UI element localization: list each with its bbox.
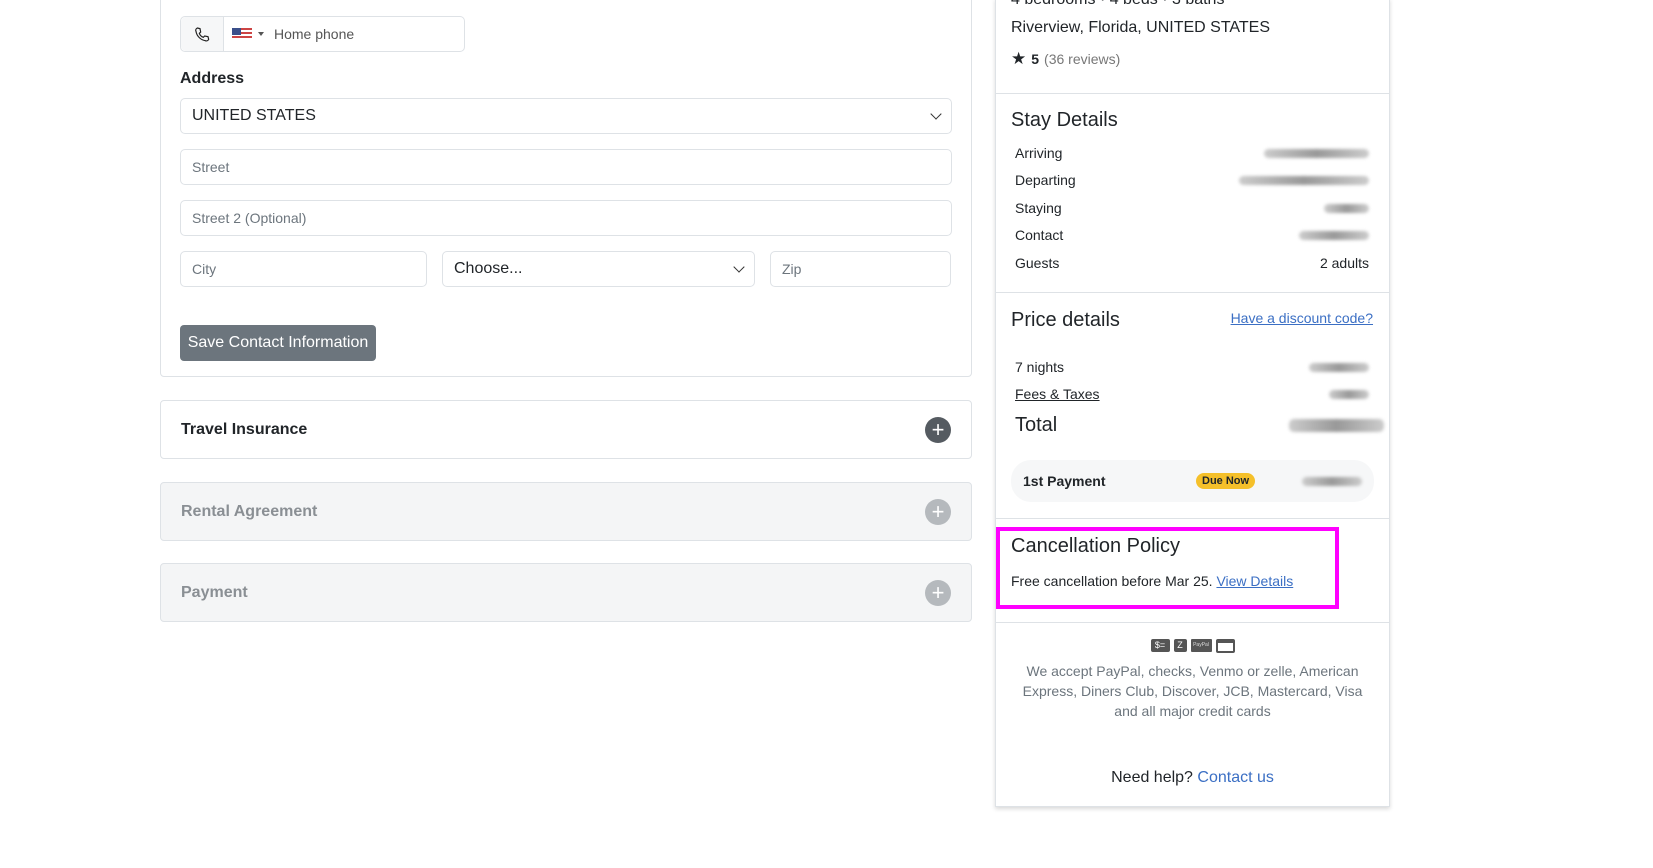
star-icon: ★ (1011, 49, 1027, 68)
plus-icon[interactable]: + (925, 498, 951, 525)
state-select[interactable]: Choose... (442, 251, 755, 287)
property-summary: 4 bedrooms · 4 beds · 3 baths (1011, 0, 1224, 9)
contact-form-card (160, 0, 972, 377)
redacted-value (1309, 362, 1369, 372)
row-label: Total (1015, 414, 1058, 436)
street2-placeholder: Street 2 (Optional) (192, 210, 307, 226)
section-label: Payment (181, 583, 248, 601)
chevron-down-icon (733, 261, 745, 273)
country-code-caret-icon[interactable] (258, 32, 264, 36)
price-row-nights: 7 nights (1015, 359, 1369, 375)
redacted-value (1324, 203, 1369, 213)
country-value: UNITED STATES (192, 107, 316, 124)
due-now-badge: Due Now (1196, 473, 1256, 489)
accepted-payments-text: We accept PayPal, checks, Venmo or zelle… (1022, 663, 1363, 719)
row-label: Arriving (1015, 145, 1063, 161)
row-label: Departing (1015, 172, 1076, 188)
redacted-value (1329, 389, 1369, 399)
section-label: Travel Insurance (181, 420, 308, 438)
city-placeholder: City (192, 261, 217, 277)
row-label: Contact (1015, 227, 1064, 243)
rating: ★ 5 (36 reviews) (1011, 49, 1120, 69)
stay-row-arriving: Arriving (1015, 145, 1369, 161)
view-details-link[interactable]: View Details (1216, 573, 1293, 589)
help-row: Need help? Contact us (996, 769, 1389, 787)
redacted-value (1239, 175, 1369, 185)
stay-row-guests: Guests 2 adults (1015, 255, 1369, 271)
first-payment-label: 1st Payment (1023, 473, 1106, 489)
zelle-icon: Z (1173, 639, 1187, 652)
home-phone-field[interactable]: Home phone (180, 16, 465, 52)
redacted-value (1289, 419, 1384, 432)
us-flag-icon[interactable] (232, 28, 252, 40)
section-rental-agreement[interactable]: Rental Agreement + (160, 482, 972, 541)
section-label: Rental Agreement (181, 502, 318, 520)
redacted-value (1264, 148, 1369, 158)
phone-icon (181, 17, 224, 51)
cancellation-title: Cancellation Policy (1011, 535, 1180, 557)
address-label: Address (180, 70, 245, 87)
cancellation-text: Free cancellation before Mar 25. View De… (1011, 573, 1293, 589)
help-text: Need help? (1111, 769, 1193, 786)
row-label: 7 nights (1015, 359, 1065, 375)
check-icon: $= (1150, 639, 1170, 652)
redacted-value (1302, 476, 1362, 486)
stay-row-staying: Staying (1015, 200, 1369, 216)
city-input[interactable]: City (180, 251, 427, 287)
property-location: Riverview, Florida, UNITED STATES (1011, 19, 1271, 36)
row-value: 2 adults (1319, 255, 1369, 271)
review-count: (36 reviews) (1044, 51, 1121, 67)
discount-code-link[interactable]: Have a discount code? (1231, 310, 1373, 326)
street2-input[interactable]: Street 2 (Optional) (180, 200, 952, 236)
fees-taxes-link[interactable]: Fees & Taxes (1015, 386, 1100, 402)
payment-icons: $= Z PayPal (996, 639, 1389, 653)
contact-us-link[interactable]: Contact us (1197, 769, 1273, 786)
zip-input[interactable]: Zip (770, 251, 951, 287)
plus-icon[interactable]: + (925, 416, 951, 443)
first-payment-row: 1st Payment Due Now (1011, 460, 1374, 502)
chevron-down-icon (930, 108, 942, 120)
price-row-total: Total (1015, 414, 1384, 437)
row-label: Staying (1015, 200, 1062, 216)
cancellation-summary: Free cancellation before Mar 25. (1011, 573, 1213, 589)
home-phone-placeholder: Home phone (274, 26, 355, 42)
stay-row-contact: Contact (1015, 227, 1369, 243)
street-placeholder: Street (192, 159, 230, 175)
country-select[interactable]: UNITED STATES (180, 98, 952, 134)
section-payment[interactable]: Payment + (160, 563, 972, 622)
state-value: Choose... (454, 260, 523, 277)
section-travel-insurance[interactable]: Travel Insurance + (160, 400, 972, 459)
save-contact-button[interactable]: Save Contact Information (180, 325, 376, 361)
booking-summary: 4 bedrooms · 4 beds · 3 baths Riverview,… (995, 0, 1390, 807)
paypal-icon: PayPal (1190, 639, 1212, 652)
plus-icon[interactable]: + (925, 579, 951, 606)
stay-row-departing: Departing (1015, 172, 1369, 188)
street-input[interactable]: Street (180, 149, 952, 185)
stay-details-title: Stay Details (1011, 109, 1118, 131)
price-row-fees: Fees & Taxes (1015, 386, 1369, 402)
row-label: Guests (1015, 255, 1060, 271)
credit-card-icon (1215, 639, 1235, 653)
rating-value: 5 (1031, 51, 1040, 67)
price-details-title: Price details (1011, 309, 1120, 331)
zip-placeholder: Zip (782, 261, 802, 277)
redacted-value (1299, 230, 1369, 240)
